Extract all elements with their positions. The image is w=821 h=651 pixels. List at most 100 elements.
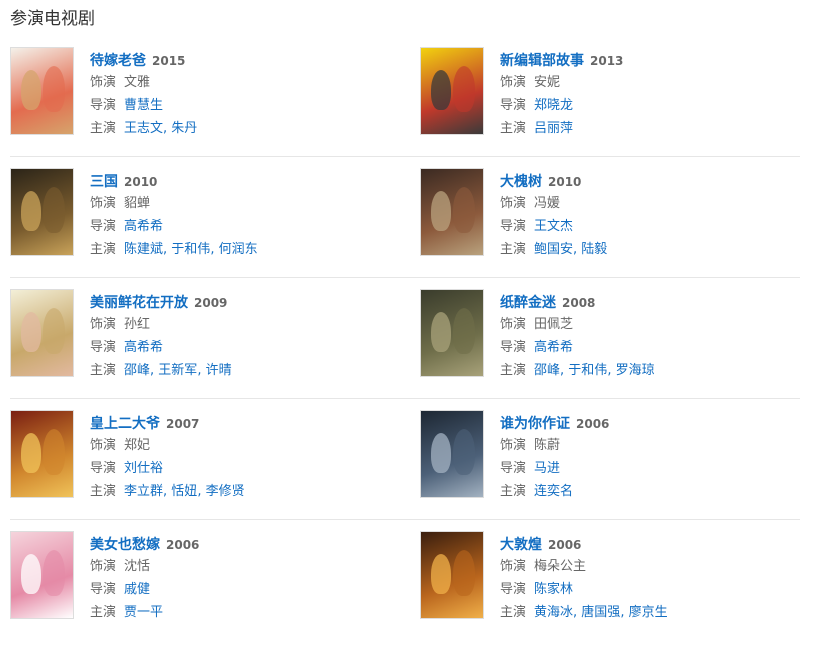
director-link[interactable]: 高希希 xyxy=(534,340,573,355)
meta-role: 饰演 冯媛 xyxy=(500,192,607,215)
drama-card: 待嫁老爸 2015 饰演 文雅 导演 曹慧生 主演 王志文, 朱丹 xyxy=(10,47,420,156)
director-link[interactable]: 马进 xyxy=(534,461,560,476)
meta-cast: 主演 鲍国安, 陆毅 xyxy=(500,238,607,261)
separator: , xyxy=(197,484,206,499)
drama-title-link[interactable]: 皇上二大爷 xyxy=(90,416,160,432)
drama-card: 谁为你作证 2006 饰演 陈蔚 导演 马进 主演 连奕名 xyxy=(420,410,800,519)
meta-label: 主演 xyxy=(500,121,527,136)
drama-year: 2007 xyxy=(166,417,200,431)
meta-label: 饰演 xyxy=(500,196,527,211)
cast-link[interactable]: 邵峰 xyxy=(534,363,560,378)
director-link[interactable]: 陈家林 xyxy=(534,582,573,597)
cast-link[interactable]: 王志文 xyxy=(124,121,163,136)
role-name: 冯媛 xyxy=(534,196,561,211)
meta-label: 主演 xyxy=(500,363,527,378)
cast-link[interactable]: 贾一平 xyxy=(124,605,163,620)
drama-info: 待嫁老爸 2015 饰演 文雅 导演 曹慧生 主演 王志文, 朱丹 xyxy=(90,47,197,140)
meta-role: 饰演 貂蝉 xyxy=(90,192,258,215)
role-name: 郑妃 xyxy=(124,438,151,453)
drama-year: 2015 xyxy=(152,54,186,68)
drama-title-link[interactable]: 谁为你作证 xyxy=(500,416,570,432)
meta-role: 饰演 梅朵公主 xyxy=(500,555,668,578)
role-name: 貂蝉 xyxy=(124,196,151,211)
role-name: 文雅 xyxy=(124,75,151,90)
drama-title-link[interactable]: 美女也愁嫁 xyxy=(90,537,160,553)
cast-link[interactable]: 邵峰 xyxy=(124,363,150,378)
drama-title-link[interactable]: 三国 xyxy=(90,174,118,190)
drama-title-link[interactable]: 待嫁老爸 xyxy=(90,53,146,69)
drama-info: 三国 2010 饰演 貂蝉 导演 高希希 主演 陈建斌, 于和伟, 何润东 xyxy=(90,168,258,261)
role-name: 孙红 xyxy=(124,317,151,332)
cast-link[interactable]: 王新军 xyxy=(158,363,197,378)
meta-label: 主演 xyxy=(90,363,117,378)
drama-title-link[interactable]: 大敦煌 xyxy=(500,537,542,553)
meta-label: 主演 xyxy=(500,242,527,257)
poster-image[interactable] xyxy=(420,168,484,256)
poster-image[interactable] xyxy=(420,531,484,619)
meta-director: 导演 高希希 xyxy=(90,336,232,359)
meta-director: 导演 戚健 xyxy=(90,578,199,601)
drama-title-link[interactable]: 美丽鲜花在开放 xyxy=(90,295,188,311)
poster-image[interactable] xyxy=(10,531,74,619)
drama-row: 美女也愁嫁 2006 饰演 沈恬 导演 戚健 主演 贾一平 大敦煌 2006 饰演 梅朵公主 导演 陈家林… xyxy=(10,531,800,640)
cast-link[interactable]: 廖京生 xyxy=(629,605,668,620)
poster-image[interactable] xyxy=(10,289,74,377)
meta-role: 饰演 文雅 xyxy=(90,71,197,94)
poster-image[interactable] xyxy=(10,168,74,256)
poster-image[interactable] xyxy=(10,410,74,498)
cast-link[interactable]: 李立群 xyxy=(124,484,163,499)
drama-title-link[interactable]: 新编辑部故事 xyxy=(500,53,584,69)
meta-label: 导演 xyxy=(90,582,117,597)
cast-link[interactable]: 于和伟 xyxy=(171,242,210,257)
cast-link[interactable]: 鲍国安 xyxy=(534,242,573,257)
director-link[interactable]: 高希希 xyxy=(124,219,163,234)
meta-label: 导演 xyxy=(500,582,527,597)
cast-link[interactable]: 唐国强 xyxy=(581,605,620,620)
director-link[interactable]: 高希希 xyxy=(124,340,163,355)
director-link[interactable]: 王文杰 xyxy=(534,219,573,234)
cast-link[interactable]: 何润东 xyxy=(219,242,258,257)
cast-link[interactable]: 吕丽萍 xyxy=(534,121,573,136)
meta-label: 主演 xyxy=(90,121,117,136)
drama-year: 2010 xyxy=(548,175,582,189)
meta-director: 导演 刘仕裕 xyxy=(90,457,245,480)
director-link[interactable]: 曹慧生 xyxy=(124,98,163,113)
poster-image[interactable] xyxy=(420,47,484,135)
meta-role: 饰演 陈蔚 xyxy=(500,434,609,457)
cast-link[interactable]: 陈建斌 xyxy=(124,242,163,257)
drama-card: 三国 2010 饰演 貂蝉 导演 高希希 主演 陈建斌, 于和伟, 何润东 xyxy=(10,168,420,277)
cast-link[interactable]: 黄海冰 xyxy=(534,605,573,620)
cast-link[interactable]: 朱丹 xyxy=(171,121,197,136)
poster-image[interactable] xyxy=(420,410,484,498)
poster-image[interactable] xyxy=(10,47,74,135)
cast-link[interactable]: 于和伟 xyxy=(568,363,607,378)
drama-row: 三国 2010 饰演 貂蝉 导演 高希希 主演 陈建斌, 于和伟, 何润东 大槐树 2010 饰演冯… xyxy=(10,168,800,278)
cast-link[interactable]: 李修贤 xyxy=(206,484,245,499)
drama-title-link[interactable]: 大槐树 xyxy=(500,174,542,190)
cast-link[interactable]: 陆毅 xyxy=(581,242,607,257)
director-link[interactable]: 戚健 xyxy=(124,582,150,597)
meta-label: 饰演 xyxy=(500,438,527,453)
cast-link[interactable]: 许晴 xyxy=(206,363,232,378)
meta-director: 导演 曹慧生 xyxy=(90,94,197,117)
drama-info: 谁为你作证 2006 饰演 陈蔚 导演 马进 主演 连奕名 xyxy=(500,410,609,503)
drama-info: 纸醉金迷 2008 饰演 田佩芝 导演 高希希 主演 邵峰, 于和伟, 罗海琼 xyxy=(500,289,655,382)
director-link[interactable]: 刘仕裕 xyxy=(124,461,163,476)
cast-link[interactable]: 连奕名 xyxy=(534,484,573,499)
drama-title-link[interactable]: 纸醉金迷 xyxy=(500,295,556,311)
drama-year: 2013 xyxy=(590,54,624,68)
director-link[interactable]: 郑晓龙 xyxy=(534,98,573,113)
role-name: 陈蔚 xyxy=(534,438,561,453)
cast-link[interactable]: 恬妞 xyxy=(171,484,197,499)
drama-row: 美丽鲜花在开放 2009 饰演 孙红 导演 高希希 主演 邵峰, 王新军, 许晴 纸醉金迷 200… xyxy=(10,289,800,399)
role-name: 田佩芝 xyxy=(534,317,574,332)
drama-year: 2010 xyxy=(124,175,158,189)
meta-director: 导演 马进 xyxy=(500,457,609,480)
cast-link[interactable]: 罗海琼 xyxy=(616,363,655,378)
poster-image[interactable] xyxy=(420,289,484,377)
drama-info: 大槐树 2010 饰演 冯媛 导演 王文杰 主演 鲍国安, 陆毅 xyxy=(500,168,607,261)
role-name: 安妮 xyxy=(534,75,561,90)
page-title: 参演电视剧 xyxy=(10,9,95,29)
meta-label: 饰演 xyxy=(90,196,117,211)
drama-row: 皇上二大爷 2007 饰演 郑妃 导演 刘仕裕 主演 李立群, 恬妞, 李修贤 谁为你作证 200… xyxy=(10,410,800,520)
